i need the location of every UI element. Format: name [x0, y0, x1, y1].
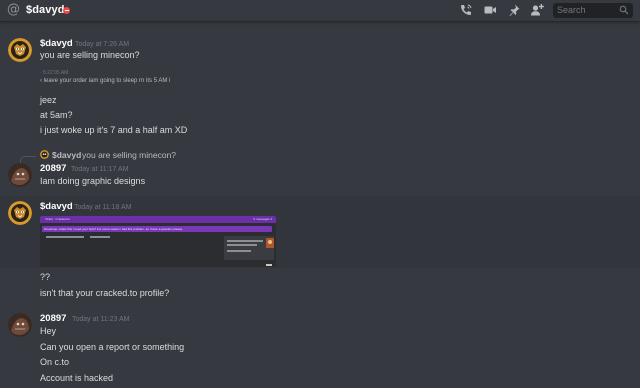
- search-icon: [619, 5, 629, 15]
- dnd-status-icon: [63, 7, 70, 14]
- message-timestamp: Today at 11:23 AM: [72, 315, 130, 323]
- message-text: you are selling minecon?: [40, 50, 140, 60]
- message-text: at 5am?: [40, 110, 73, 120]
- message-username[interactable]: $davyd: [40, 38, 73, 49]
- attachment-text-line: [227, 244, 257, 246]
- message-text: Can you open a report or something: [40, 342, 185, 352]
- message-text: On c.to: [40, 357, 70, 367]
- message-text: Account is hacked: [40, 373, 114, 383]
- reply-avatar[interactable]: [40, 150, 49, 159]
- image-attachment[interactable]: Ticket · Cracked.to 5 messages ▾ Greetin…: [40, 216, 276, 267]
- reply-connector: [20, 156, 36, 163]
- message-text: Iam doing graphic designs: [40, 176, 146, 186]
- avatar[interactable]: [8, 201, 32, 225]
- attachment-text-line: [90, 236, 110, 238]
- reply-username[interactable]: $davyd: [52, 150, 81, 160]
- channel-header: @ $davyd Search: [0, 0, 640, 22]
- attachment-avatar: [266, 238, 274, 248]
- avatar[interactable]: [8, 38, 32, 62]
- reply-text[interactable]: you are selling minecon?: [82, 150, 176, 160]
- message-text: ‹ leave your order iam going to sleep rn…: [40, 78, 171, 84]
- message-timestamp: Today at 11:18 AM: [74, 203, 132, 211]
- attachment-title-bar: [40, 216, 276, 223]
- message-text: ??: [40, 272, 51, 282]
- attachment-text-line: [46, 236, 84, 238]
- avatar[interactable]: [8, 163, 32, 187]
- avatar[interactable]: [8, 313, 32, 337]
- message-username[interactable]: $davyd: [40, 201, 73, 212]
- message-text: jeez: [40, 95, 57, 105]
- message-timestamp: Today at 7:26 AM: [75, 40, 130, 48]
- video-call-icon[interactable]: [483, 3, 497, 17]
- attachment-text-line: [227, 250, 251, 252]
- message-text: i just woke up it's 7 and a half am XD: [40, 125, 188, 135]
- attachment-meta: 5 messages ▾: [253, 217, 272, 221]
- attachment-text-line: [266, 264, 272, 266]
- add-member-icon[interactable]: [530, 3, 544, 17]
- message-username[interactable]: 20897: [40, 313, 66, 324]
- phone-call-icon[interactable]: [459, 3, 473, 17]
- message-text: isn't that your cracked.to profile?: [40, 288, 170, 298]
- at-icon: @: [7, 2, 20, 17]
- pin-icon[interactable]: [507, 3, 521, 17]
- channel-name: $davyd: [26, 4, 65, 16]
- message-text: Hey: [40, 326, 57, 336]
- attachment-text-line: [227, 240, 263, 242]
- message-username[interactable]: 20897: [40, 163, 66, 174]
- search-placeholder: Search: [557, 5, 586, 15]
- attachment-title: Ticket · Cracked.to: [45, 217, 71, 221]
- message-timestamp: Today at 11:17 AM: [71, 165, 129, 173]
- search-input[interactable]: Search: [553, 3, 633, 18]
- message-timestamp: · 5:22:05 AM: [40, 70, 69, 76]
- attachment-message-text: Greetings, whats this I need your help? …: [44, 226, 183, 231]
